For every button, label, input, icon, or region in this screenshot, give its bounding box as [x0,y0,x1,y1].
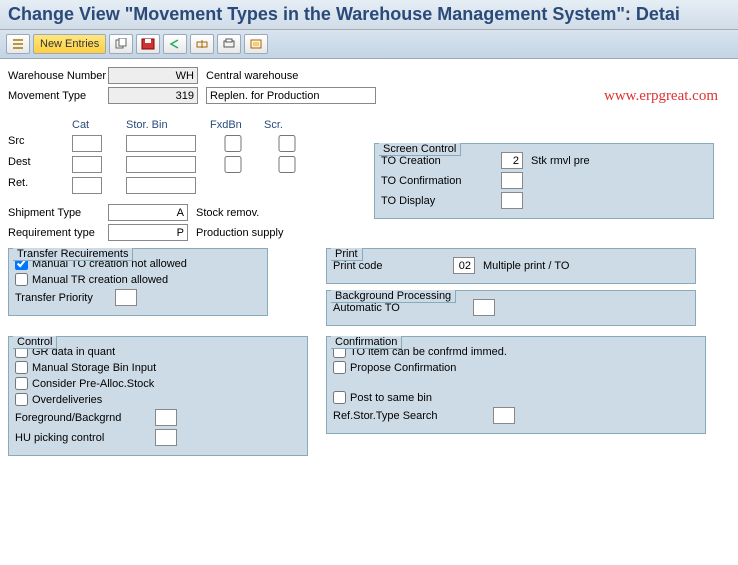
overdeliveries-label: Overdeliveries [32,394,102,406]
to-creation-desc: Stk rmvl pre [531,155,590,167]
control-title: Control [13,336,57,349]
select-icon[interactable] [244,34,268,54]
src-scr-check[interactable] [264,135,310,152]
col-scr-label: Scr. [264,119,314,131]
prealloc-check[interactable] [15,377,28,390]
requirement-type-field[interactable] [108,224,188,241]
transfer-priority-field[interactable] [115,289,137,306]
shipment-type-label: Shipment Type [8,207,108,219]
dest-fxdbn-check[interactable] [210,156,256,173]
requirement-type-label: Requirement type [8,227,108,239]
transfer-req-title: Transfer Recuirements [13,248,133,261]
hu-picking-label: HU picking control [15,432,155,444]
to-creation-label: TO Creation [381,155,501,167]
warehouse-number-label: Warehouse Number [8,70,108,82]
hu-picking-field[interactable] [155,429,177,446]
shipment-type-desc: Stock remov. [196,207,259,219]
bg-processing-title: Background Processing [331,290,456,303]
save-icon[interactable] [136,34,160,54]
confirmation-title: Confirmation [331,336,402,349]
watermark: www.erpgreat.com [604,88,718,105]
shipment-type-field[interactable] [108,204,188,221]
toolbar: New Entries [0,30,738,59]
col-cat-label: Cat [72,119,122,131]
row-dest-label: Dest [8,156,68,173]
transport-icon[interactable] [190,34,214,54]
ref-stor-type-label: Ref.Stor.Type Search [333,410,493,422]
to-confirmation-field[interactable] [501,172,523,189]
src-cat-field[interactable] [72,135,102,152]
dest-cat-field[interactable] [72,156,102,173]
to-confirmation-label: TO Confirmation [381,175,501,187]
to-display-label: TO Display [381,195,501,207]
manual-tr-allowed-check[interactable] [15,273,28,286]
warehouse-number-field[interactable] [108,67,198,84]
page-title: Change View "Movement Types in the Wareh… [0,0,738,30]
copy-icon[interactable] [109,34,133,54]
automatic-to-label: Automatic TO [333,302,473,314]
print-code-desc: Multiple print / TO [483,260,569,272]
col-fxdbn-label: FxdBn [210,119,260,131]
movement-type-label: Movement Type [8,90,108,102]
print-icon[interactable] [217,34,241,54]
movement-type-field[interactable] [108,87,198,104]
screen-control-title: Screen Control [379,143,461,156]
prealloc-label: Consider Pre-Alloc.Stock [32,378,154,390]
expand-icon[interactable] [6,34,30,54]
requirement-type-desc: Production supply [196,227,283,239]
src-storbin-field[interactable] [126,135,196,152]
col-storbin-label: Stor. Bin [126,119,206,131]
post-same-bin-check[interactable] [333,391,346,404]
warehouse-number-desc: Central warehouse [206,70,298,82]
new-entries-button[interactable]: New Entries [33,34,106,54]
manual-storbin-check[interactable] [15,361,28,374]
fgbg-label: Foreground/Backgrnd [15,412,155,424]
manual-tr-allowed-label: Manual TR creation allowed [32,274,168,286]
ret-storbin-field[interactable] [126,177,196,194]
overdeliveries-check[interactable] [15,393,28,406]
print-code-field[interactable] [453,257,475,274]
undo-icon[interactable] [163,34,187,54]
print-title: Print [331,248,363,261]
manual-storbin-label: Manual Storage Bin Input [32,362,156,374]
propose-confirm-check[interactable] [333,361,346,374]
print-code-label: Print code [333,260,453,272]
transfer-priority-label: Transfer Priority [15,292,115,304]
to-display-field[interactable] [501,192,523,209]
movement-type-desc-field[interactable] [206,87,376,104]
dest-scr-check[interactable] [264,156,310,173]
fgbg-field[interactable] [155,409,177,426]
ret-cat-field[interactable] [72,177,102,194]
to-creation-field[interactable] [501,152,523,169]
post-same-bin-label: Post to same bin [350,392,432,404]
ref-stor-type-field[interactable] [493,407,515,424]
dest-storbin-field[interactable] [126,156,196,173]
src-fxdbn-check[interactable] [210,135,256,152]
propose-confirm-label: Propose Confirmation [350,362,456,374]
row-src-label: Src [8,135,68,152]
row-ret-label: Ret. [8,177,68,194]
automatic-to-field[interactable] [473,299,495,316]
